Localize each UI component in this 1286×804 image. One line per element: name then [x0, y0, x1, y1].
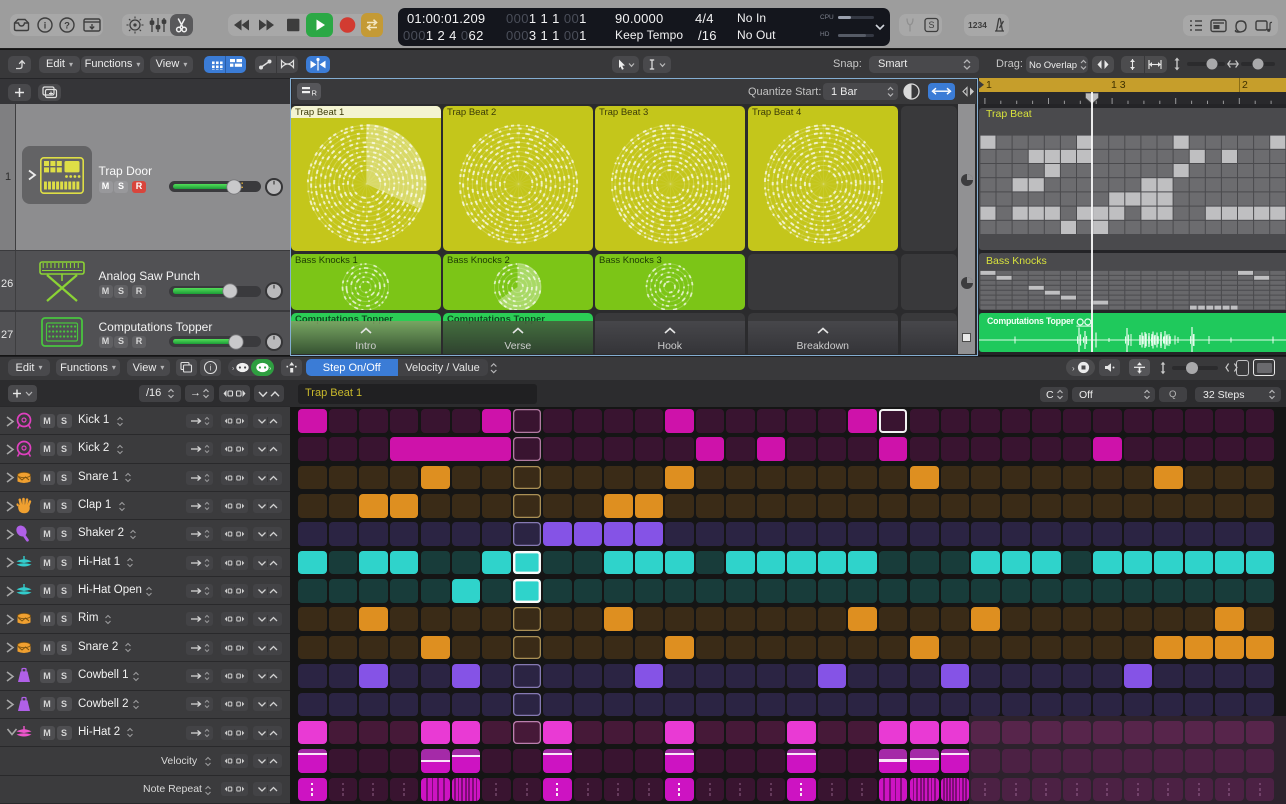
- svg-text:S: S: [928, 20, 934, 30]
- svg-text:?: ?: [64, 21, 70, 32]
- svg-text:R: R: [311, 89, 317, 98]
- svg-text:›: ›: [269, 366, 272, 373]
- svg-text:›: ›: [1072, 364, 1075, 373]
- svg-text:›: ›: [232, 366, 235, 373]
- svg-text:i: i: [210, 364, 212, 373]
- svg-text:i: i: [44, 20, 47, 30]
